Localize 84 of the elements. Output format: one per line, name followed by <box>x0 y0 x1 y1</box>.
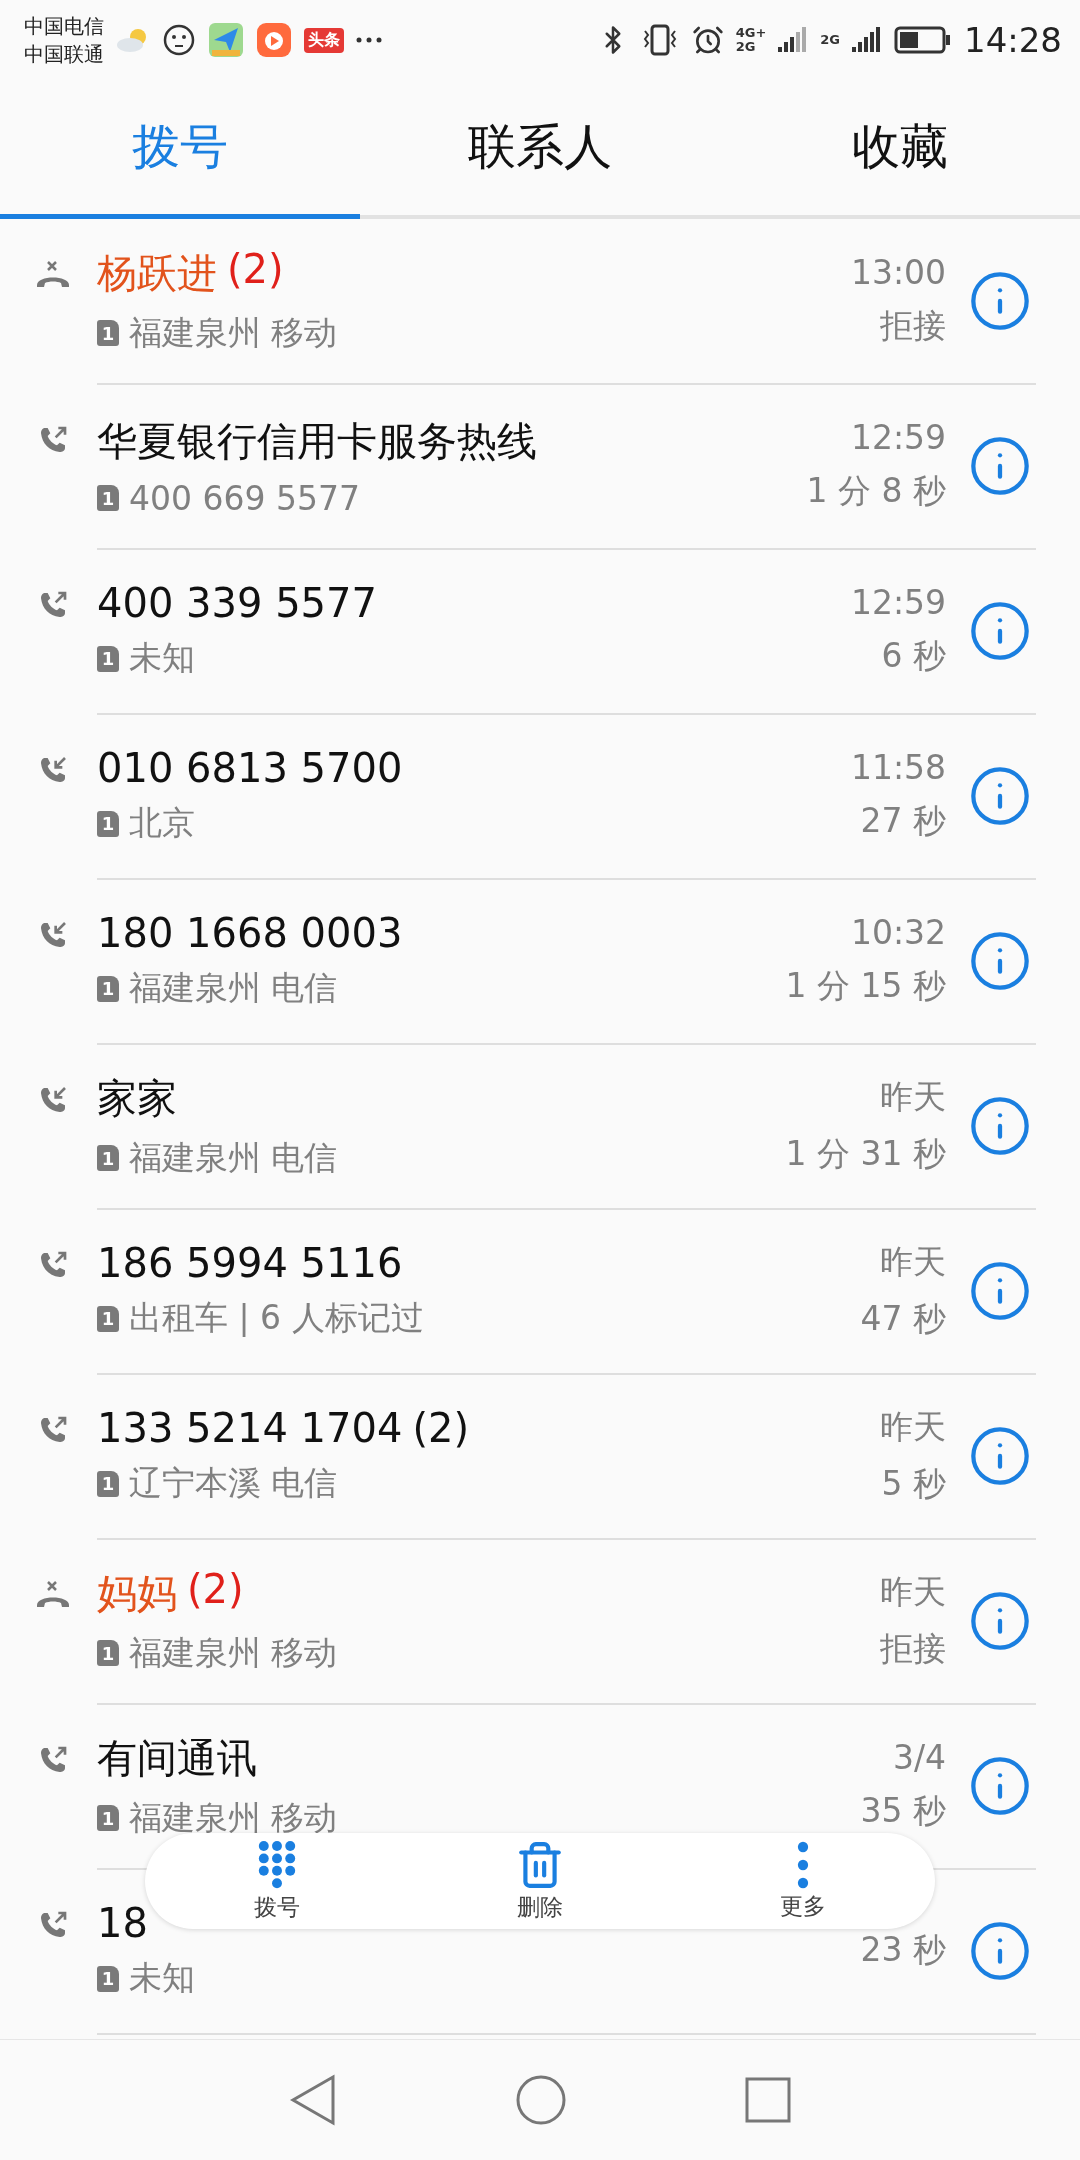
caller-name: 186 5994 5116 <box>97 1240 403 1286</box>
clock-time: 14:28 <box>964 20 1062 60</box>
call-duration: 6 秒 <box>881 634 946 677</box>
button-label: 删除 <box>517 1892 563 1922</box>
sim-card-icon: 1 <box>97 810 119 837</box>
caller-location: 未知 <box>129 1957 195 1999</box>
call-time: 12:59 <box>850 582 946 622</box>
tab[interactable]: 收藏 <box>720 80 1080 219</box>
call-time: 13:00 <box>850 252 946 292</box>
caller-name: 133 5214 1704 <box>97 1405 403 1451</box>
tab[interactable]: 拨号 <box>0 80 360 219</box>
caller-location: 福建泉州 移动 <box>129 311 338 354</box>
caller-name: 杨跃进 <box>97 248 217 298</box>
video-app-icon <box>256 22 292 58</box>
caller-name: 18 <box>97 1900 148 1946</box>
caller-name: 华夏银行信用卡服务热线 <box>97 416 537 466</box>
alarm-icon <box>691 24 724 56</box>
signal-icon <box>852 26 882 54</box>
caller-location: 北京 <box>129 802 195 844</box>
network-label: 2G <box>735 40 757 54</box>
call-count: (2) <box>187 1565 244 1614</box>
call-duration: 1 分 8 秒 <box>806 469 946 512</box>
caller-name: 010 6813 5700 <box>97 745 403 791</box>
button-label: 拨号 <box>253 1892 300 1922</box>
more-icon <box>797 1840 810 1889</box>
back-button[interactable] <box>289 2074 337 2126</box>
carrier-name: 中国联通 <box>24 41 104 68</box>
delete-button[interactable]: 删除 <box>408 1833 672 1929</box>
caller-location: 未知 <box>129 637 195 679</box>
call-duration: 拒接 <box>880 304 946 347</box>
caller-location: 400 669 5577 <box>129 478 360 518</box>
caller-name: 有间通讯 <box>97 1733 257 1783</box>
network-label: 2G <box>820 33 840 47</box>
sim-card-icon: 1 <box>97 1805 119 1831</box>
paper-plane-icon <box>208 22 244 58</box>
sim-card-icon: 1 <box>97 485 119 511</box>
recents-button[interactable] <box>745 2077 791 2123</box>
dialpad-icon <box>257 1839 296 1890</box>
call-count: (2) <box>412 1405 470 1451</box>
caller-name: 家家 <box>97 1073 177 1123</box>
caller-location: 辽宁本溪 电信 <box>129 1462 338 1504</box>
more-icon <box>356 37 382 43</box>
call-duration: 5 秒 <box>881 1462 946 1505</box>
signal-icon <box>778 26 809 54</box>
call-count: (2) <box>227 245 284 294</box>
network-label: 4G+ <box>735 26 767 40</box>
call-time: 昨天 <box>880 1405 946 1448</box>
call-time: 11:58 <box>850 747 946 787</box>
battery-icon <box>894 25 952 55</box>
sim-card-icon: 1 <box>97 320 119 346</box>
sim-card-icon: 1 <box>97 1965 119 1992</box>
call-duration: 1 分 15 秒 <box>785 964 946 1007</box>
caller-location: 出租车 | 6 人标记过 <box>129 1297 424 1339</box>
caller-location: 福建泉州 电信 <box>129 967 338 1009</box>
sim-card-icon: 1 <box>97 1145 119 1171</box>
call-time: 12:59 <box>850 417 946 457</box>
caller-name: 妈妈 <box>97 1568 177 1618</box>
sim-card-icon: 1 <box>97 1305 119 1332</box>
face-icon <box>162 23 196 57</box>
caller-name: 400 339 5577 <box>97 580 377 626</box>
call-time: 昨天 <box>880 1570 946 1613</box>
more-button[interactable]: 更多 <box>671 1833 935 1929</box>
call-time: 3/4 <box>892 1737 946 1777</box>
sim-card-icon: 1 <box>97 645 119 672</box>
call-duration: 拒接 <box>880 1627 946 1670</box>
tab[interactable]: 联系人 <box>360 80 720 219</box>
call-duration: 1 分 31 秒 <box>785 1132 946 1175</box>
call-duration: 23 秒 <box>860 1929 946 1971</box>
call-duration: 35 秒 <box>860 1789 946 1832</box>
button-label: 更多 <box>780 1891 827 1921</box>
caller-name: 180 1668 0003 <box>97 910 403 956</box>
call-time: 10:32 <box>850 912 946 952</box>
caller-location: 福建泉州 电信 <box>129 1136 338 1179</box>
sim-card-icon: 1 <box>97 975 119 1002</box>
call-duration: 27 秒 <box>860 799 946 842</box>
sim-card-icon: 1 <box>97 1470 119 1497</box>
carrier-name: 中国电信 <box>24 13 104 40</box>
call-time: 昨天 <box>880 1240 946 1283</box>
news-app-icon: 头条 <box>304 27 344 53</box>
call-time: 昨天 <box>880 1075 946 1118</box>
home-button[interactable] <box>515 2074 567 2126</box>
call-duration: 47 秒 <box>860 1297 946 1340</box>
caller-location: 福建泉州 移动 <box>129 1631 338 1674</box>
sim-card-icon: 1 <box>97 1640 119 1666</box>
